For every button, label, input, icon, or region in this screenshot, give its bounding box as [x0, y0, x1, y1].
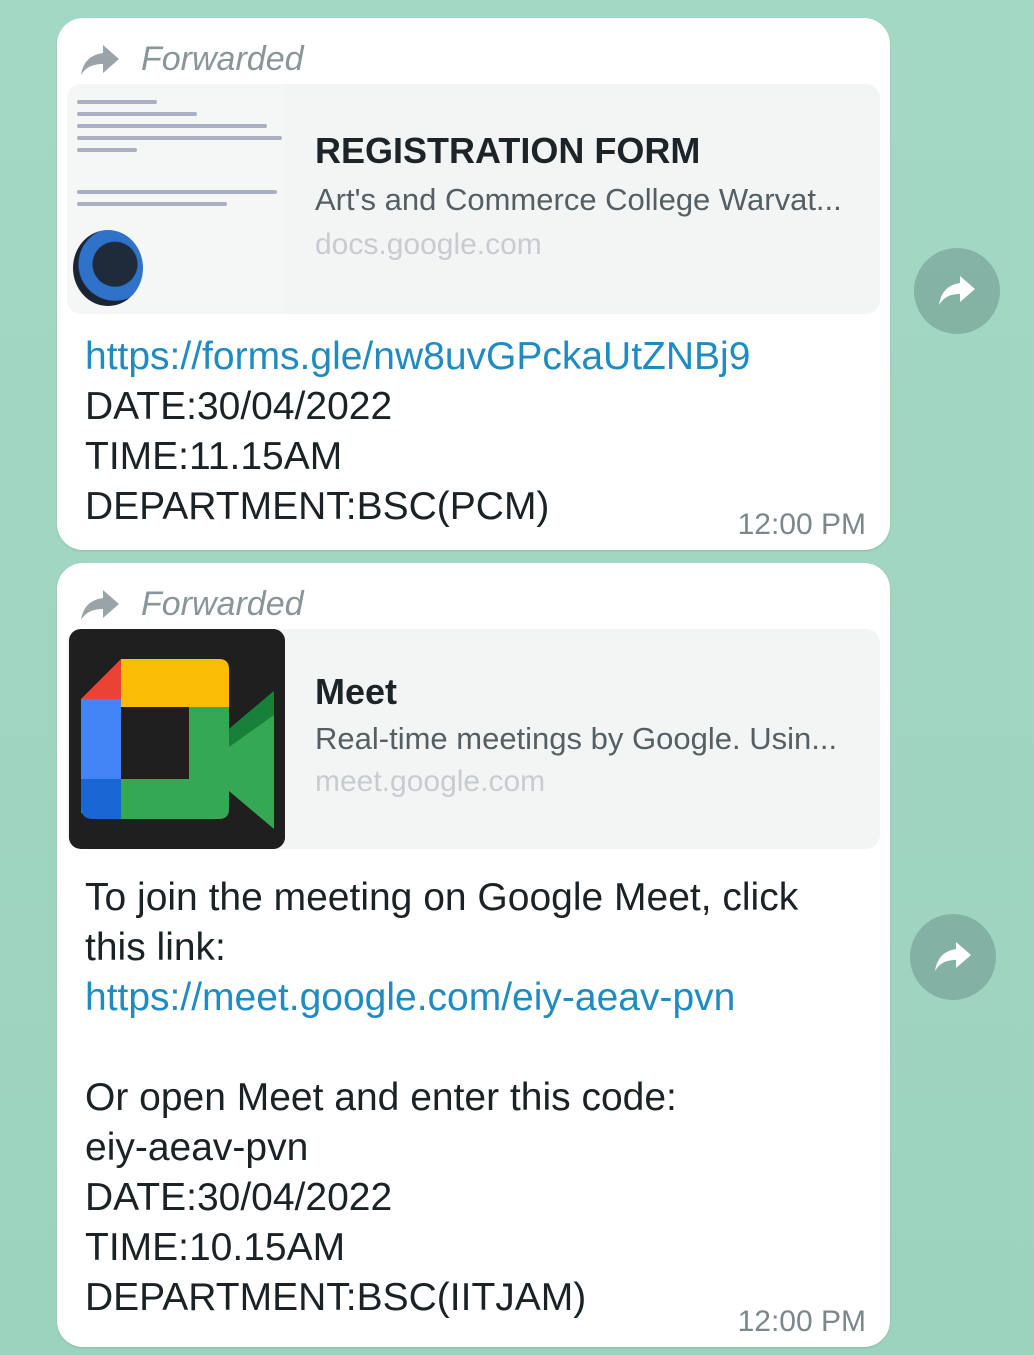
forward-arrow-icon — [79, 43, 121, 77]
link-preview-card[interactable]: REGISTRATION FORM Art's and Commerce Col… — [67, 84, 880, 314]
college-logo-icon — [73, 230, 143, 306]
forward-message-button[interactable] — [914, 248, 1000, 334]
link-preview-card[interactable]: Meet Real-time meetings by Google. Usin.… — [67, 629, 880, 849]
forwarded-label: Forwarded — [141, 585, 304, 623]
message-bubble-registration[interactable]: Forwarded REGISTRATION FORM Art's and Co… — [57, 18, 890, 550]
preview-description: Real-time meetings by Google. Usin... — [315, 721, 838, 756]
code-prompt-line: Or open Meet and enter this code: — [85, 1076, 677, 1119]
forwarded-indicator: Forwarded — [79, 40, 304, 79]
time-line: TIME:10.15AM — [85, 1226, 346, 1269]
registration-form-link[interactable]: https://forms.gle/nw8uvGPckaUtZNBj9 — [85, 332, 866, 382]
preview-title: REGISTRATION FORM — [315, 130, 701, 171]
forwarded-indicator: Forwarded — [79, 585, 304, 624]
share-forward-icon — [939, 276, 975, 305]
date-line: DATE:30/04/2022 — [85, 385, 393, 428]
document-thumbnail — [67, 84, 285, 314]
time-line: TIME:11.15AM — [85, 435, 343, 478]
forwarded-label: Forwarded — [141, 40, 304, 78]
preview-domain: docs.google.com — [315, 228, 542, 261]
forward-message-button[interactable] — [910, 914, 996, 1000]
share-forward-icon — [935, 942, 971, 971]
message-text: To join the meeting on Google Meet, clic… — [85, 873, 866, 1323]
forward-arrow-icon — [79, 588, 121, 622]
preview-title: Meet — [315, 671, 398, 712]
preview-description: Art's and Commerce College Warvat... — [315, 182, 842, 217]
meeting-code: eiy-aeav-pvn — [85, 1126, 309, 1169]
date-line: DATE:30/04/2022 — [85, 1176, 393, 1219]
google-meet-logo — [69, 629, 285, 849]
message-text: https://forms.gle/nw8uvGPckaUtZNBj9 DATE… — [85, 332, 866, 532]
message-timestamp: 12:00 PM — [737, 1305, 866, 1338]
join-instruction-line-2: this link: — [85, 926, 226, 969]
join-instruction-line-1: To join the meeting on Google Meet, clic… — [85, 876, 799, 919]
meet-link[interactable]: https://meet.google.com/eiy-aeav-pvn — [85, 973, 866, 1023]
message-bubble-meet[interactable]: Forwarded Meet Real-time meetings by Goo… — [57, 563, 890, 1347]
message-timestamp: 12:00 PM — [737, 508, 866, 541]
preview-domain: meet.google.com — [315, 765, 546, 798]
